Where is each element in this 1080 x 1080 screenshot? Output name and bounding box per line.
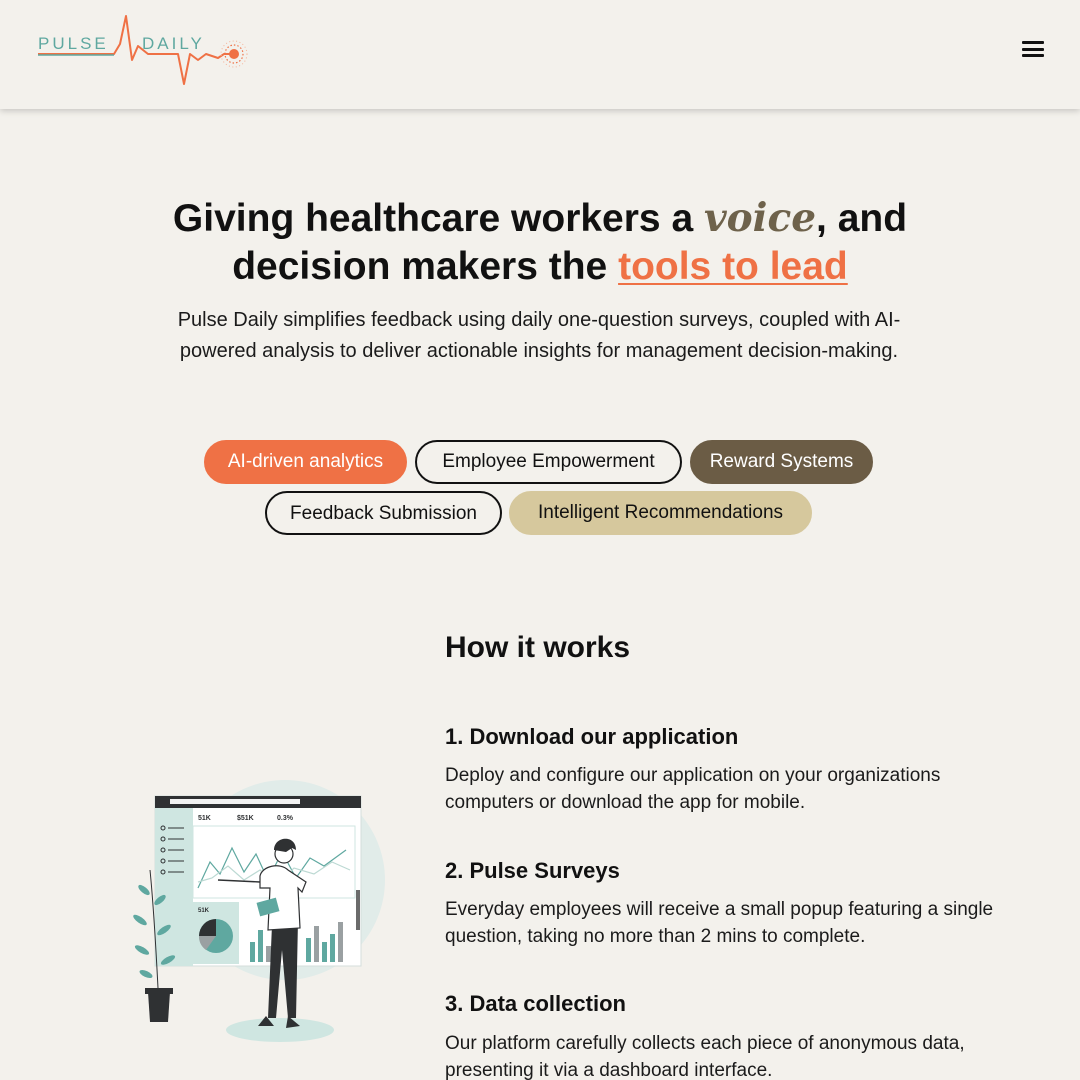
logo-text-daily: DAILY <box>142 34 205 53</box>
logo-pulse-dot <box>229 49 239 59</box>
site-header: PULSE DAILY <box>0 0 1080 109</box>
step-1-text: Deploy and configure our application on … <box>445 765 941 813</box>
illustration-floor-shadow <box>226 1018 334 1042</box>
hamburger-menu-icon[interactable] <box>1018 36 1048 62</box>
step-2-title: 2. Pulse Surveys <box>445 858 620 883</box>
hero-highlight-voice: voice <box>703 195 817 241</box>
hero-subtitle: Pulse Daily simplifies feedback using da… <box>177 309 901 362</box>
pie-card-label: 51K <box>198 908 210 914</box>
dashboard-sidebar <box>155 808 193 966</box>
dashboard-presenter-illustration: 51K $51K 0.3% 51K <box>133 780 385 1042</box>
step-2-text: Everyday employees will receive a small … <box>445 899 994 947</box>
tag-employee-empowerment[interactable]: Employee Empowerment <box>415 440 682 484</box>
step-3-title: 3. Data collection <box>445 991 626 1016</box>
step-3-text: Our platform carefully collects each pie… <box>445 1033 965 1080</box>
tag-intelligent-recommendations[interactable]: Intelligent Recommendations <box>509 491 812 535</box>
stat-label-2: $51K <box>237 815 254 822</box>
how-it-works-title: How it works <box>445 631 631 664</box>
stat-label-3: 0.3% <box>277 815 294 822</box>
pulse-daily-logo[interactable]: PULSE DAILY <box>36 14 252 86</box>
hero-highlight-tools-link[interactable]: tools to lead <box>618 245 848 288</box>
tag-feedback-submission[interactable]: Feedback Submission <box>265 491 502 535</box>
hero-title: Giving healthcare workers a voice, and d… <box>172 195 908 288</box>
logo-text-pulse: PULSE <box>38 34 109 53</box>
tag-ai-driven-analytics[interactable]: AI-driven analytics <box>204 440 407 484</box>
stat-label-1: 51K <box>198 815 211 822</box>
tag-reward-systems[interactable]: Reward Systems <box>690 440 873 484</box>
step-1-title: 1. Download our application <box>445 724 739 749</box>
